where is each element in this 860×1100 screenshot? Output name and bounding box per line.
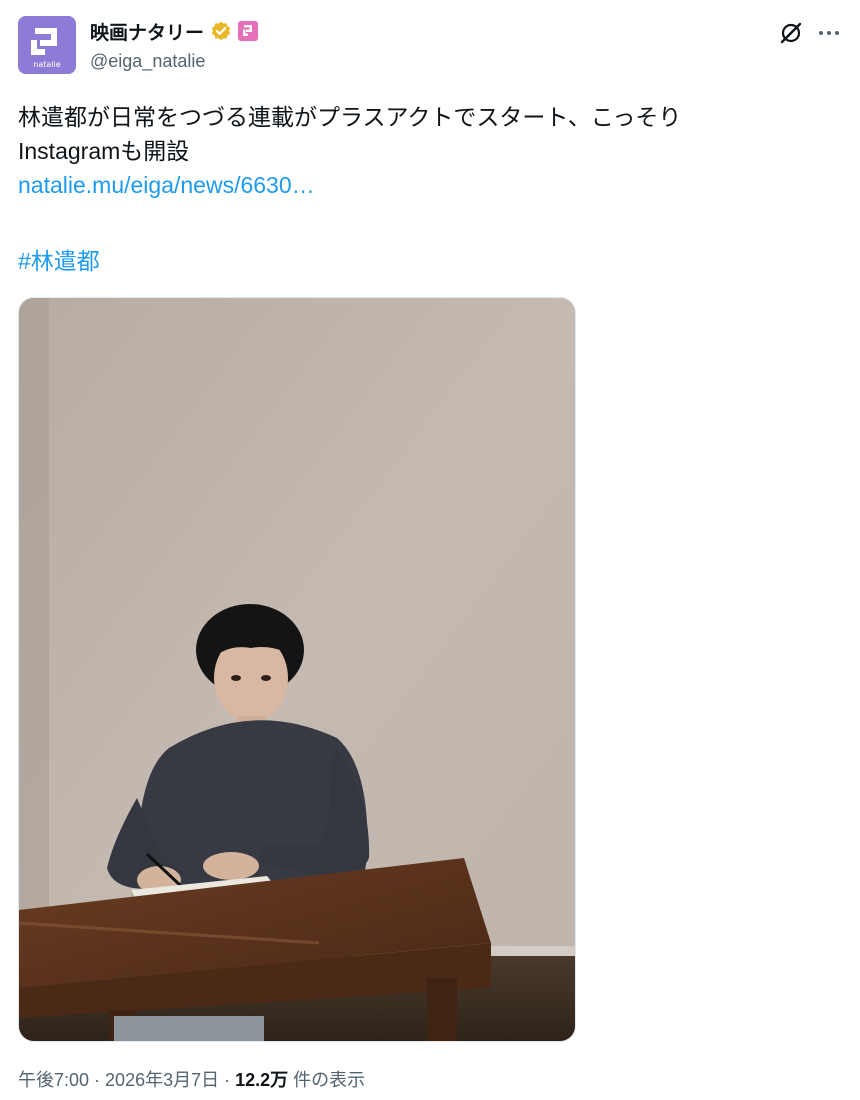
tweet-text-line-1: 林遣都が日常をつづる連載がプラスアクトでスタート、こっそり bbox=[18, 104, 682, 130]
more-options-icon[interactable] bbox=[816, 20, 842, 46]
photo-person-at-desk bbox=[19, 298, 575, 1041]
tweet-meta: 午後7:00 · 2026年3月7日 · 12.2万 件の表示 bbox=[18, 1066, 365, 1092]
tweet-time[interactable]: 午後7:00 bbox=[18, 1070, 89, 1090]
meta-separator: · bbox=[219, 1070, 236, 1090]
avatar-logo-text: natalie bbox=[33, 60, 61, 69]
views-count: 12.2万 bbox=[235, 1070, 289, 1090]
tweet-text: 林遣都が日常をつづる連載がプラスアクトでスタート、こっそり Instagramも… bbox=[18, 100, 818, 202]
author-display-name[interactable]: 映画ナタリー bbox=[90, 18, 204, 45]
tweet-link[interactable]: natalie.mu/eiga/news/6630… bbox=[18, 168, 818, 202]
verified-badge-icon[interactable] bbox=[210, 20, 232, 42]
views-label: 件の表示 bbox=[288, 1070, 366, 1090]
tweet-card: natalie 映画ナタリー @eiga_natalie 林遣都が日常をつづる連… bbox=[0, 0, 860, 1100]
author-handle[interactable]: @eiga_natalie bbox=[90, 51, 205, 72]
tweet-text-line-2: Instagramも開設 bbox=[18, 138, 190, 164]
tweet-hashtag[interactable]: #林遣都 bbox=[18, 244, 100, 278]
affiliate-badge-icon[interactable] bbox=[238, 21, 259, 41]
tweet-date[interactable]: 2026年3月7日 bbox=[105, 1070, 219, 1090]
author-avatar[interactable]: natalie bbox=[18, 16, 76, 74]
tweet-photo[interactable] bbox=[18, 297, 576, 1042]
author-name-row: 映画ナタリー bbox=[90, 18, 259, 45]
grok-icon[interactable] bbox=[778, 20, 804, 46]
meta-separator: · bbox=[89, 1070, 106, 1090]
